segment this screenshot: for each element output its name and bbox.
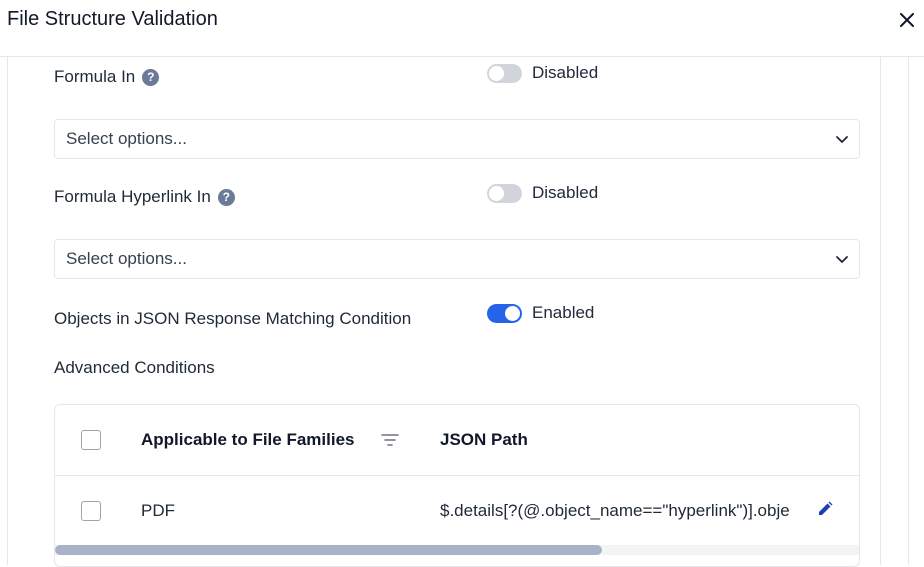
formula-hyperlink-in-label-row: Formula Hyperlink In ? (54, 187, 235, 207)
objects-json-toggle-label: Enabled (532, 303, 595, 322)
edit-icon[interactable] (817, 501, 833, 517)
formula-hyperlink-in-label: Formula Hyperlink In (54, 187, 211, 206)
chevron-down-icon (835, 252, 849, 266)
row-checkbox[interactable] (81, 501, 101, 521)
chevron-down-icon (835, 132, 849, 146)
objects-json-toggle[interactable] (487, 303, 522, 323)
objects-json-label: Objects in JSON Response Matching Condit… (54, 309, 412, 328)
objects-json-toggle-row: Enabled (487, 303, 594, 323)
row-json-path: $.details[?(@.object_name=="hyperlink")]… (440, 501, 790, 520)
select-all-checkbox[interactable] (81, 430, 101, 450)
column-header-json-path[interactable]: JSON Path (440, 430, 528, 450)
advanced-conditions-table: Applicable to File Families JSON Path PD… (54, 404, 860, 567)
modal-scrollbar[interactable] (908, 57, 909, 565)
formula-in-toggle[interactable] (487, 63, 522, 83)
formula-in-select[interactable]: Select options... (54, 119, 860, 159)
help-icon[interactable]: ? (142, 68, 160, 86)
modal-title: File Structure Validation (7, 8, 218, 30)
formula-in-toggle-label: Disabled (532, 63, 599, 82)
help-icon[interactable]: ? (217, 188, 235, 206)
formula-in-select-placeholder: Select options... (66, 129, 187, 148)
formula-hyperlink-in-select-placeholder: Select options... (66, 249, 187, 268)
close-icon (900, 13, 914, 27)
advanced-conditions-label: Advanced Conditions (54, 358, 215, 377)
formula-hyperlink-in-select[interactable]: Select options... (54, 239, 860, 279)
formula-hyperlink-in-toggle-label: Disabled (532, 183, 599, 202)
formula-in-label-row: Formula In ? (54, 67, 160, 87)
close-button[interactable] (896, 9, 918, 31)
modal-header: File Structure Validation (0, 0, 924, 57)
advanced-conditions-label-row: Advanced Conditions (54, 358, 215, 378)
formula-in-toggle-row: Disabled (487, 63, 598, 83)
filter-icon[interactable] (381, 433, 399, 447)
formula-in-label: Formula In (54, 67, 136, 86)
formula-hyperlink-in-toggle[interactable] (487, 183, 522, 203)
row-file-family: PDF (141, 501, 175, 520)
formula-hyperlink-in-toggle-row: Disabled (487, 183, 598, 203)
column-header-file-families[interactable]: Applicable to File Families (141, 430, 355, 450)
objects-json-label-row: Objects in JSON Response Matching Condit… (54, 309, 411, 329)
horizontal-scroll-thumb[interactable] (55, 545, 602, 555)
table-header: Applicable to File Families JSON Path (55, 405, 859, 476)
